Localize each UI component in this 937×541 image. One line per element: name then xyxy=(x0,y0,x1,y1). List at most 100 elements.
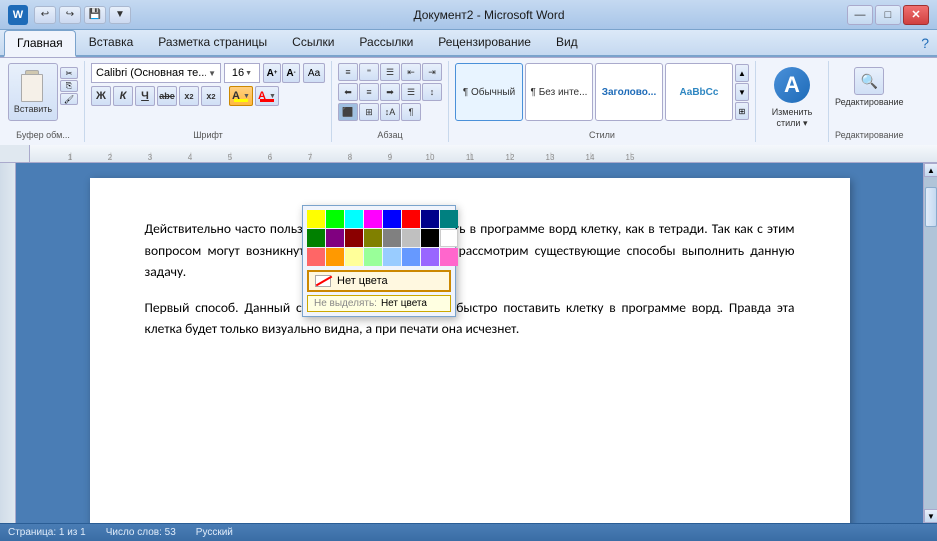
tab-insert[interactable]: Вставка xyxy=(77,30,146,55)
font-size-decrease-button[interactable]: A- xyxy=(282,63,300,83)
font-size-increase-button[interactable]: A+ xyxy=(263,63,281,83)
bold-button[interactable]: Ж xyxy=(91,86,111,106)
scroll-track[interactable] xyxy=(924,177,937,509)
qs-dropdown-button[interactable]: ▼ xyxy=(109,6,131,24)
tab-references[interactable]: Ссылки xyxy=(280,30,346,55)
clipboard-group: Вставить ✂ ⎘ 🖌 Буфер обм... xyxy=(4,61,85,142)
page[interactable]: Действительно часто пользователям требуе… xyxy=(90,178,850,523)
tab-review[interactable]: Рецензирование xyxy=(426,30,543,55)
color-light-red[interactable] xyxy=(307,248,325,266)
indent-increase-button[interactable]: ⇥ xyxy=(422,63,442,81)
vertical-ruler xyxy=(0,163,16,523)
no-color-button[interactable]: Нет цвета xyxy=(307,270,451,292)
color-dark-gray[interactable] xyxy=(383,229,401,247)
highlight-color-button[interactable]: А ▼ xyxy=(229,86,253,106)
cut-button[interactable]: ✂ xyxy=(60,67,78,79)
align-left-button[interactable]: ⬅ xyxy=(338,83,358,101)
tab-view[interactable]: Вид xyxy=(544,30,590,55)
color-yellow[interactable] xyxy=(307,210,325,228)
align-justify-button[interactable]: ☰ xyxy=(401,83,421,101)
redo-button[interactable]: ↪ xyxy=(59,6,81,24)
indent-decrease-button[interactable]: ⇤ xyxy=(401,63,421,81)
italic-button[interactable]: К xyxy=(113,86,133,106)
list-multilevel-button[interactable]: ☰ xyxy=(380,63,400,81)
list-number-button[interactable]: ⁼ xyxy=(359,63,379,81)
color-sky-blue[interactable] xyxy=(383,248,401,266)
color-silver[interactable] xyxy=(402,229,420,247)
align-right-button[interactable]: ➡ xyxy=(380,83,400,101)
color-light-yellow[interactable] xyxy=(345,248,363,266)
underline-button[interactable]: Ч xyxy=(135,86,155,106)
line-spacing-button[interactable]: ↕ xyxy=(422,83,442,101)
tab-page-layout[interactable]: Разметка страницы xyxy=(146,30,279,55)
maximize-button[interactable]: □ xyxy=(875,5,901,25)
superscript-button[interactable]: х2 xyxy=(201,86,221,106)
styles-group-content: ¶ Обычный ¶ Без инте... Заголово... AaBb… xyxy=(455,63,749,128)
styles-scroll-up-button[interactable]: ▲ xyxy=(735,64,749,82)
borders-button[interactable]: ⊞ xyxy=(359,103,379,121)
color-magenta[interactable] xyxy=(364,210,382,228)
scroll-up-button[interactable]: ▲ xyxy=(924,163,937,177)
color-light-green[interactable] xyxy=(364,248,382,266)
color-white[interactable] xyxy=(440,229,458,247)
change-styles-icon-letter: A xyxy=(784,72,800,98)
color-dark-red[interactable] xyxy=(345,229,363,247)
style-normal[interactable]: ¶ Обычный xyxy=(455,63,523,121)
color-dark-blue[interactable] xyxy=(421,210,439,228)
list-bullet-button[interactable]: ≡ xyxy=(338,63,358,81)
undo-button[interactable]: ↩ xyxy=(34,6,56,24)
ruler-mark-12: 12 xyxy=(490,153,530,162)
save-button[interactable]: 💾 xyxy=(84,6,106,24)
font-name-dropdown[interactable]: Calibri (Основная те... ▼ xyxy=(91,63,221,83)
color-blue[interactable] xyxy=(383,210,401,228)
color-periwinkle[interactable] xyxy=(402,248,420,266)
scroll-thumb[interactable] xyxy=(925,187,937,227)
style-heading1[interactable]: Заголово... xyxy=(595,63,663,121)
styles-more-button[interactable]: ⊞ xyxy=(735,102,749,120)
show-formatting-button[interactable]: ¶ xyxy=(401,103,421,121)
ruler-mark-11: 11 xyxy=(450,153,490,162)
tab-mailings[interactable]: Рассылки xyxy=(347,30,425,55)
font-size-dropdown[interactable]: 16 ▼ xyxy=(224,63,260,83)
align-center-button[interactable]: ≡ xyxy=(359,83,379,101)
subscript-button[interactable]: х2 xyxy=(179,86,199,106)
strikethrough-button[interactable]: abe xyxy=(157,86,177,106)
style-normal-label: ¶ Обычный xyxy=(463,87,515,98)
shading-button[interactable]: ⬛ xyxy=(338,103,358,121)
clear-format-button[interactable]: Аа xyxy=(303,63,325,83)
color-teal[interactable] xyxy=(440,210,458,228)
highlight-indicator xyxy=(234,99,248,102)
color-dark-green[interactable] xyxy=(307,229,325,247)
format-painter-button[interactable]: 🖌 xyxy=(60,93,78,105)
sort-button[interactable]: ↕A xyxy=(380,103,400,121)
font-color-button[interactable]: А ▼ xyxy=(255,86,279,106)
ribbon-tabs: Главная Вставка Разметка страницы Ссылки… xyxy=(0,30,594,55)
copy-button[interactable]: ⎘ xyxy=(60,80,78,92)
help-button[interactable]: ? xyxy=(913,31,937,55)
scroll-down-button[interactable]: ▼ xyxy=(924,509,937,523)
change-styles-button[interactable]: A Изменить стили ▾ xyxy=(762,63,822,133)
style-heading2-label: AaBbCc xyxy=(680,87,719,98)
color-violet[interactable] xyxy=(421,248,439,266)
paste-button[interactable]: Вставить xyxy=(8,63,58,121)
tooltip-strip: Не выделять: Нет цвета xyxy=(307,295,451,312)
color-black[interactable] xyxy=(421,229,439,247)
ruler-mark-15: 15 xyxy=(610,153,650,162)
color-cyan[interactable] xyxy=(345,210,363,228)
close-button[interactable]: ✕ xyxy=(903,5,929,25)
color-olive[interactable] xyxy=(364,229,382,247)
tab-home[interactable]: Главная xyxy=(4,30,76,57)
color-red[interactable] xyxy=(402,210,420,228)
ribbon-tabs-bar: Главная Вставка Разметка страницы Ссылки… xyxy=(0,30,937,57)
color-bright-green[interactable] xyxy=(326,210,344,228)
color-orange[interactable] xyxy=(326,248,344,266)
style-no-spacing[interactable]: ¶ Без инте... xyxy=(525,63,593,121)
vertical-scrollbar[interactable]: ▲ ▼ xyxy=(923,163,937,523)
styles-group-label: Стили xyxy=(589,128,615,140)
editing-button[interactable]: 🔍 Редактирование xyxy=(842,67,897,107)
color-purple[interactable] xyxy=(326,229,344,247)
color-pink[interactable] xyxy=(440,248,458,266)
styles-scroll-down-button[interactable]: ▼ xyxy=(735,83,749,101)
minimize-button[interactable]: — xyxy=(847,5,873,25)
style-heading2[interactable]: AaBbCc xyxy=(665,63,733,121)
